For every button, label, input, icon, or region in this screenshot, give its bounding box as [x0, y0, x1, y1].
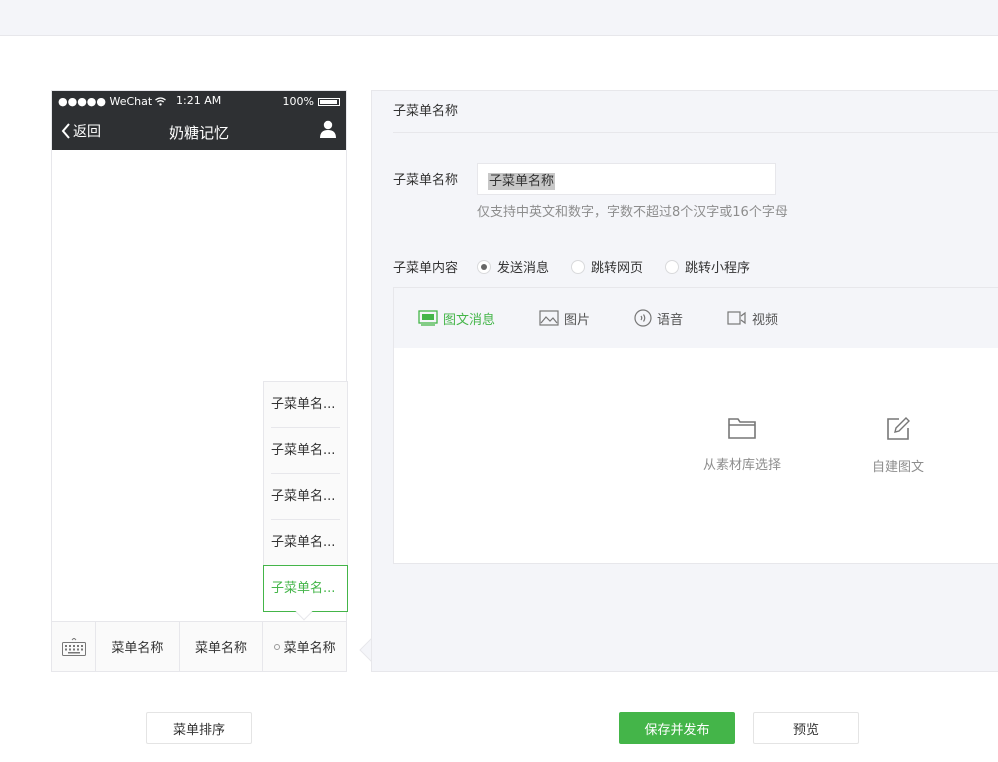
tab-video[interactable]: 视频	[727, 309, 778, 328]
tab-voice[interactable]: 语音	[634, 309, 683, 328]
submenu-dot-icon	[273, 643, 280, 650]
content-label: 子菜单内容	[393, 261, 459, 276]
phone-title-bar: 返回 奶糖记忆	[52, 111, 346, 150]
folder-icon	[728, 418, 756, 439]
keyboard-toggle[interactable]	[52, 622, 96, 671]
sort-menu-button[interactable]: 菜单排序	[146, 712, 252, 744]
submenu-list: 子菜单名... 子菜单名... 子菜单名... 子菜单名... 子菜单名...	[263, 381, 348, 621]
radio-unchecked-icon	[571, 259, 586, 274]
menu-tab[interactable]: 菜单名称	[96, 622, 180, 671]
phone-status-bar: ●●●●● WeChat 1:21 AM 100%	[52, 91, 346, 111]
select-from-library[interactable]: 从素材库选择	[703, 416, 781, 473]
preview-button[interactable]: 预览	[753, 712, 859, 744]
submenu-item[interactable]: 子菜单名...	[264, 520, 347, 566]
carrier-label: ●●●●● WeChat	[58, 95, 153, 108]
tab-news[interactable]: 图文消息	[418, 309, 495, 328]
wifi-icon	[155, 97, 167, 106]
name-hint: 仅支持中英文和数字，字数不超过8个汉字或16个字母	[477, 205, 788, 220]
name-input-value: 子菜单名称	[488, 173, 556, 190]
profile-icon[interactable]	[319, 120, 337, 138]
editor-header: 子菜单名称	[393, 91, 998, 133]
edit-icon	[887, 417, 910, 440]
submenu-item[interactable]: 子菜单名...	[264, 428, 347, 474]
phone-preview: ●●●●● WeChat 1:21 AM 100% 返回 奶糖记忆 子菜单名..…	[51, 90, 348, 672]
battery-level: 100%	[282, 95, 314, 108]
image-icon	[539, 310, 559, 326]
tab-image[interactable]: 图片	[539, 309, 590, 328]
battery-icon	[318, 97, 340, 106]
radio-unchecked-icon	[665, 259, 680, 274]
submenu-item[interactable]: 子菜单名...	[264, 382, 347, 428]
menu-tab[interactable]: 菜单名称	[180, 622, 264, 671]
clock: 1:21 AM	[176, 94, 222, 107]
voice-icon	[634, 309, 652, 327]
radio-open-miniprogram[interactable]: 跳转小程序	[665, 257, 750, 276]
submenu-name-input[interactable]: 子菜单名称	[477, 163, 776, 195]
name-label: 子菜单名称	[393, 173, 459, 188]
custom-menu-bar: 菜单名称 菜单名称 菜单名称	[52, 621, 346, 671]
news-icon	[418, 310, 438, 326]
account-name: 奶糖记忆	[168, 124, 229, 142]
keyboard-icon	[61, 637, 86, 656]
create-news[interactable]: 自建图文	[872, 416, 924, 475]
video-icon	[727, 311, 746, 325]
top-bar	[0, 0, 998, 36]
message-type-tabs: 图文消息 图片 语音 视频	[394, 288, 998, 348]
message-content-box: 图文消息 图片 语音 视频 从素材库选择 自建图文	[393, 287, 998, 564]
content-type-radios: 发送消息 跳转网页 跳转小程序	[477, 257, 772, 276]
radio-send-message[interactable]: 发送消息	[477, 257, 549, 276]
submenu-editor-panel: 子菜单名称 子菜单名称 子菜单名称 仅支持中英文和数字，字数不超过8个汉字或16…	[371, 90, 998, 672]
radio-checked-icon	[477, 259, 491, 274]
save-publish-button[interactable]: 保存并发布	[619, 712, 735, 744]
radio-open-webpage[interactable]: 跳转网页	[571, 257, 643, 276]
submenu-item[interactable]: 子菜单名...	[264, 474, 347, 520]
menu-tab-active[interactable]: 菜单名称	[263, 622, 346, 671]
